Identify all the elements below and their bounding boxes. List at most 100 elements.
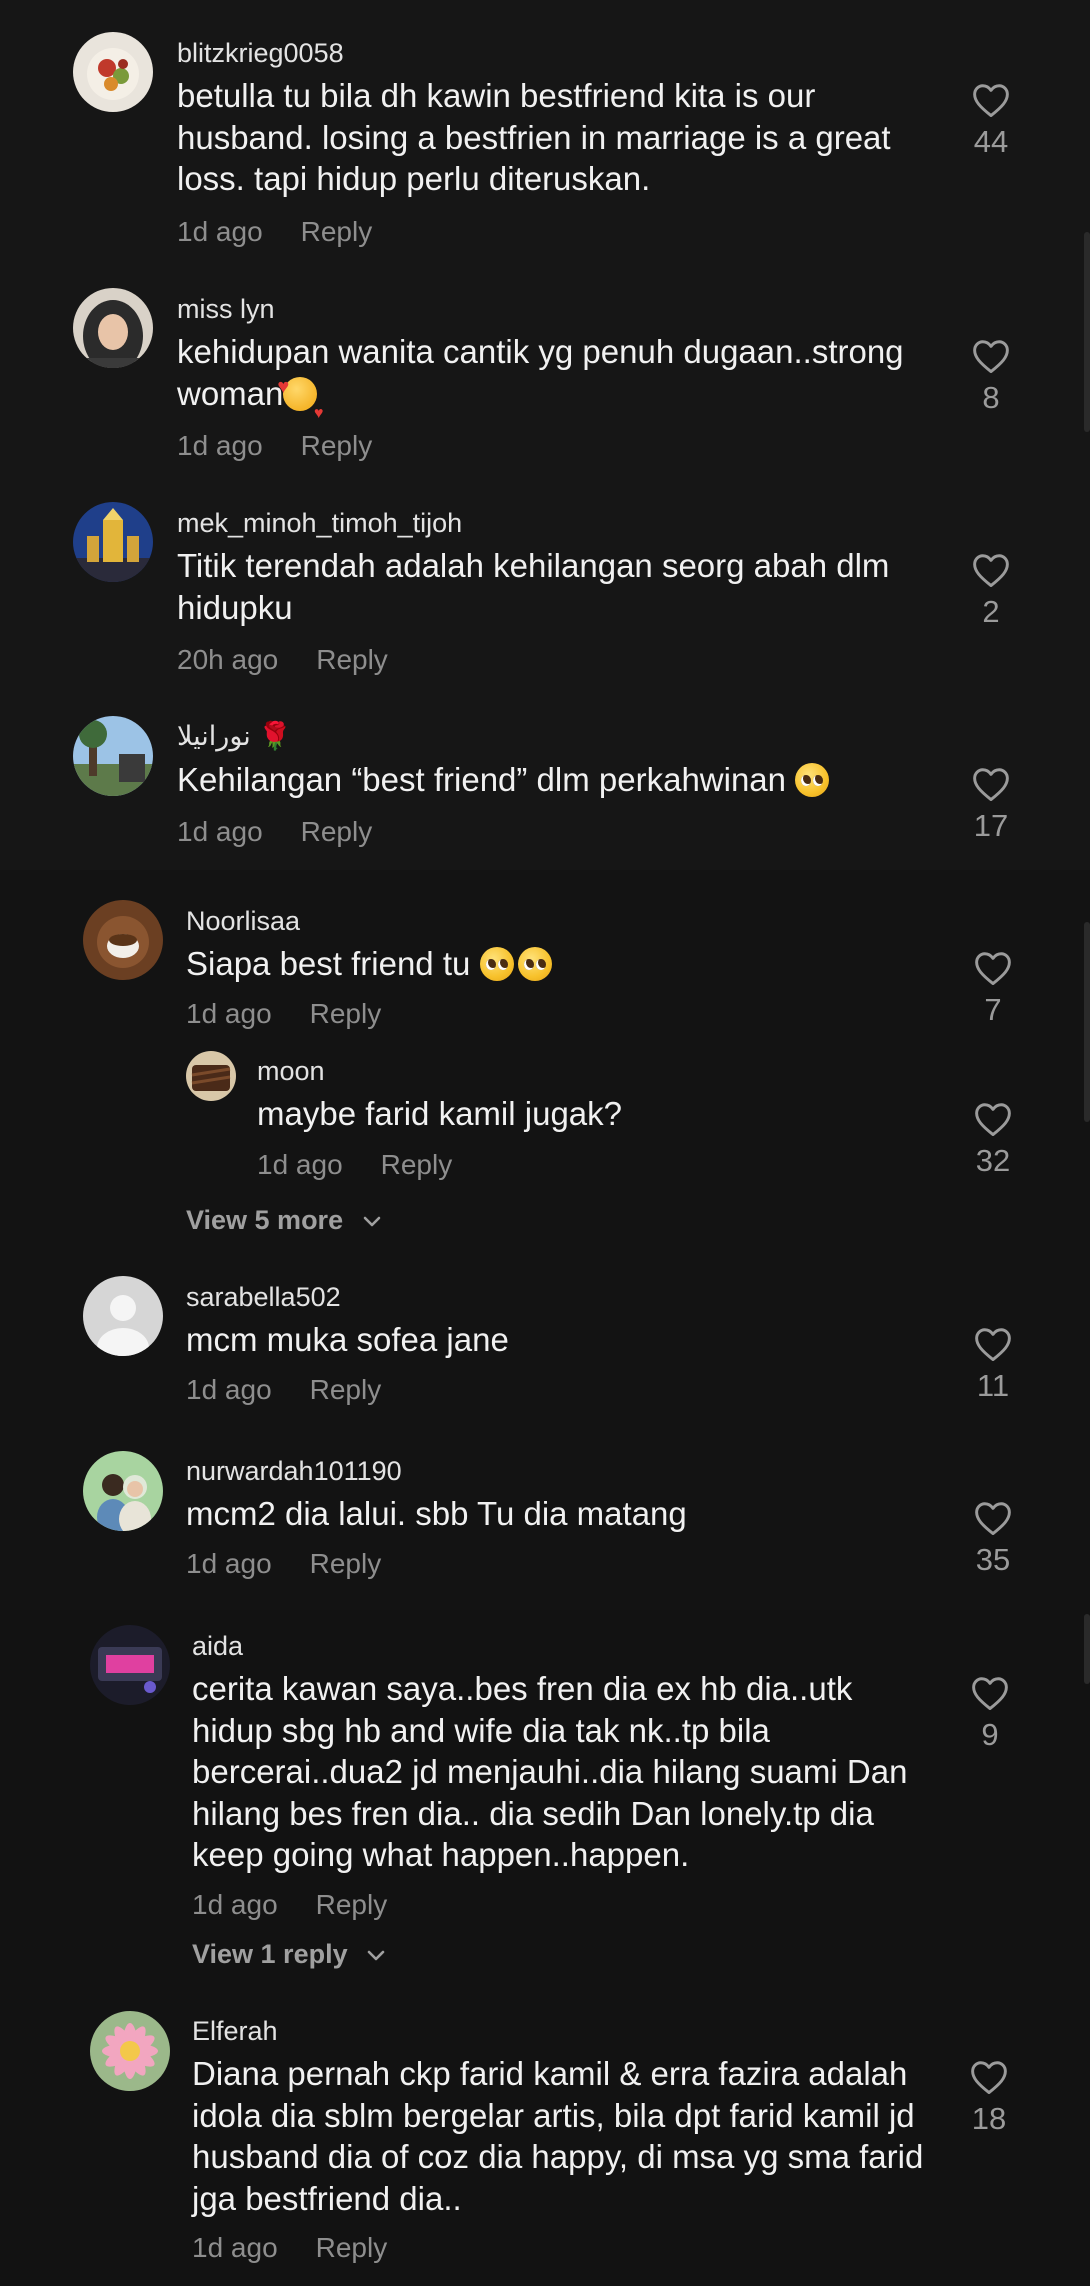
like-count: 35 bbox=[975, 1542, 1011, 1577]
heart-outline-icon bbox=[971, 2061, 1007, 2095]
comment-text: mcm2 dia lalui. sbb Tu dia matang bbox=[186, 1495, 687, 1532]
scrollbar-thumb[interactable] bbox=[1084, 922, 1090, 1122]
pleading-face-emoji-icon bbox=[479, 947, 514, 981]
chevron-down-icon bbox=[367, 1950, 385, 1961]
rose-emoji-icon: 🌹 bbox=[258, 721, 292, 751]
comment-meta: 20h ago Reply bbox=[177, 644, 388, 676]
like-button[interactable]: 2 bbox=[951, 552, 1031, 630]
heart-outline-icon bbox=[975, 952, 1011, 986]
like-button[interactable]: 11 bbox=[953, 1326, 1033, 1404]
comment-meta: 1d ago Reply bbox=[177, 430, 372, 462]
comment-username[interactable]: Noorlisaa bbox=[186, 906, 300, 937]
smiling-hearts-emoji-icon bbox=[277, 367, 323, 435]
comment-meta: 1d ago Reply bbox=[186, 998, 381, 1030]
comment-text: betulla tu bila dh kawin bestfriend kita… bbox=[177, 77, 891, 197]
scrollbar-thumb[interactable] bbox=[1084, 232, 1090, 432]
reply-button[interactable]: Reply bbox=[316, 644, 388, 675]
heart-outline-icon bbox=[975, 1328, 1011, 1362]
reply-button[interactable]: Reply bbox=[301, 430, 373, 461]
view-more-replies-button[interactable]: View 5 more bbox=[186, 1205, 381, 1236]
view-replies-button[interactable]: View 1 reply bbox=[192, 1939, 385, 1970]
pleading-face-emoji-icon bbox=[517, 947, 552, 981]
comment-username[interactable]: moon bbox=[257, 1056, 325, 1087]
heart-outline-icon bbox=[973, 768, 1009, 802]
comment-text: Diana pernah ckp farid kamil & erra fazi… bbox=[192, 2055, 924, 2217]
comment-username[interactable]: miss lyn bbox=[177, 294, 275, 325]
heart-outline-icon bbox=[973, 554, 1009, 588]
pleading-face-emoji-icon bbox=[795, 763, 830, 797]
comment-username[interactable]: mek_minoh_timoh_tijoh bbox=[177, 508, 462, 539]
comment-time: 1d ago bbox=[192, 2232, 278, 2263]
reply-button[interactable]: Reply bbox=[301, 816, 373, 847]
comment-text: cerita kawan saya..bes fren dia ex hb di… bbox=[192, 1670, 908, 1873]
like-button[interactable]: 9 bbox=[950, 1675, 1030, 1753]
like-count: 17 bbox=[973, 808, 1009, 843]
like-count: 2 bbox=[982, 594, 1000, 629]
comment-text-content: Kehilangan “best friend” dlm perkahwinan bbox=[177, 761, 787, 798]
comment-time: 20h ago bbox=[177, 644, 279, 675]
photo-avatar[interactable] bbox=[90, 1625, 170, 1705]
flower-avatar[interactable] bbox=[90, 2011, 170, 2091]
comment-time: 1d ago bbox=[177, 216, 263, 247]
comment-username[interactable]: blitzkrieg0058 bbox=[177, 38, 344, 69]
comment-username[interactable]: sarabella502 bbox=[186, 1282, 341, 1313]
comment-text: Kehilangan “best friend” dlm perkahwinan bbox=[177, 759, 917, 801]
reply-button[interactable]: Reply bbox=[316, 2232, 388, 2263]
like-count: 7 bbox=[984, 992, 1002, 1027]
like-button[interactable]: 32 bbox=[953, 1101, 1033, 1179]
comment-time: 1d ago bbox=[177, 430, 263, 461]
comment-text: kehidupan wanita cantik yg penuh dugaan.… bbox=[177, 331, 917, 435]
reply-button[interactable]: Reply bbox=[316, 1889, 388, 1920]
like-button[interactable]: 18 bbox=[949, 2059, 1029, 2137]
comment-text: maybe farid kamil jugak? bbox=[257, 1095, 622, 1132]
comment-meta: 1d ago Reply bbox=[192, 1889, 387, 1921]
reply-button[interactable]: Reply bbox=[310, 998, 382, 1029]
comment-meta: 1d ago Reply bbox=[257, 1149, 452, 1181]
like-count: 44 bbox=[973, 124, 1009, 159]
reply-button[interactable]: Reply bbox=[381, 1149, 453, 1180]
heart-outline-icon bbox=[973, 84, 1009, 118]
view-more-label: View 5 more bbox=[186, 1205, 344, 1235]
comment-time: 1d ago bbox=[177, 816, 263, 847]
comment-time: 1d ago bbox=[186, 1548, 272, 1579]
comment-time: 1d ago bbox=[192, 1889, 278, 1920]
comment-username[interactable]: Elferah bbox=[192, 2016, 278, 2047]
comment-username[interactable]: aida bbox=[192, 1631, 243, 1662]
like-button[interactable]: 35 bbox=[953, 1500, 1033, 1578]
heart-outline-icon bbox=[975, 1103, 1011, 1137]
like-button[interactable]: 44 bbox=[951, 82, 1031, 160]
comment-text: mcm muka sofea jane bbox=[186, 1321, 509, 1358]
comment-meta: 1d ago Reply bbox=[186, 1548, 381, 1580]
comment-username[interactable]: nurwardah101190 bbox=[186, 1456, 402, 1487]
comment-time: 1d ago bbox=[186, 1374, 272, 1405]
comment-text-content: Siapa best friend tu bbox=[186, 945, 471, 982]
chocolate-avatar[interactable] bbox=[186, 1051, 236, 1101]
building-avatar[interactable] bbox=[73, 502, 153, 582]
food-avatar[interactable] bbox=[73, 32, 153, 112]
couple-avatar[interactable] bbox=[83, 1451, 163, 1531]
comment-username[interactable]: نورانيلا 🌹 bbox=[177, 720, 292, 752]
like-button[interactable]: 8 bbox=[951, 338, 1031, 416]
chevron-down-icon bbox=[363, 1216, 380, 1227]
comment-meta: 1d ago Reply bbox=[186, 1374, 381, 1406]
view-replies-label: View 1 reply bbox=[192, 1939, 348, 1969]
heart-outline-icon bbox=[973, 340, 1009, 374]
like-count: 9 bbox=[981, 1717, 999, 1752]
like-count: 18 bbox=[971, 2101, 1007, 2136]
comment-meta: 1d ago Reply bbox=[177, 816, 372, 848]
coffee-avatar[interactable] bbox=[83, 900, 163, 980]
comment-time: 1d ago bbox=[257, 1149, 343, 1180]
comment-text: Siapa best friend tu bbox=[186, 943, 926, 985]
reply-button[interactable]: Reply bbox=[310, 1548, 382, 1579]
comment-meta: 1d ago Reply bbox=[192, 2232, 387, 2264]
reply-button[interactable]: Reply bbox=[310, 1374, 382, 1405]
outdoor-avatar[interactable] bbox=[73, 716, 153, 796]
like-button[interactable]: 17 bbox=[951, 766, 1031, 844]
like-button[interactable]: 7 bbox=[953, 950, 1033, 1028]
like-count: 32 bbox=[975, 1143, 1011, 1178]
hijab-avatar[interactable] bbox=[73, 288, 153, 368]
reply-button[interactable]: Reply bbox=[301, 216, 373, 247]
scrollbar-thumb[interactable] bbox=[1084, 1614, 1090, 1684]
comment-meta: 1d ago Reply bbox=[177, 216, 372, 248]
default-avatar[interactable] bbox=[83, 1276, 163, 1356]
